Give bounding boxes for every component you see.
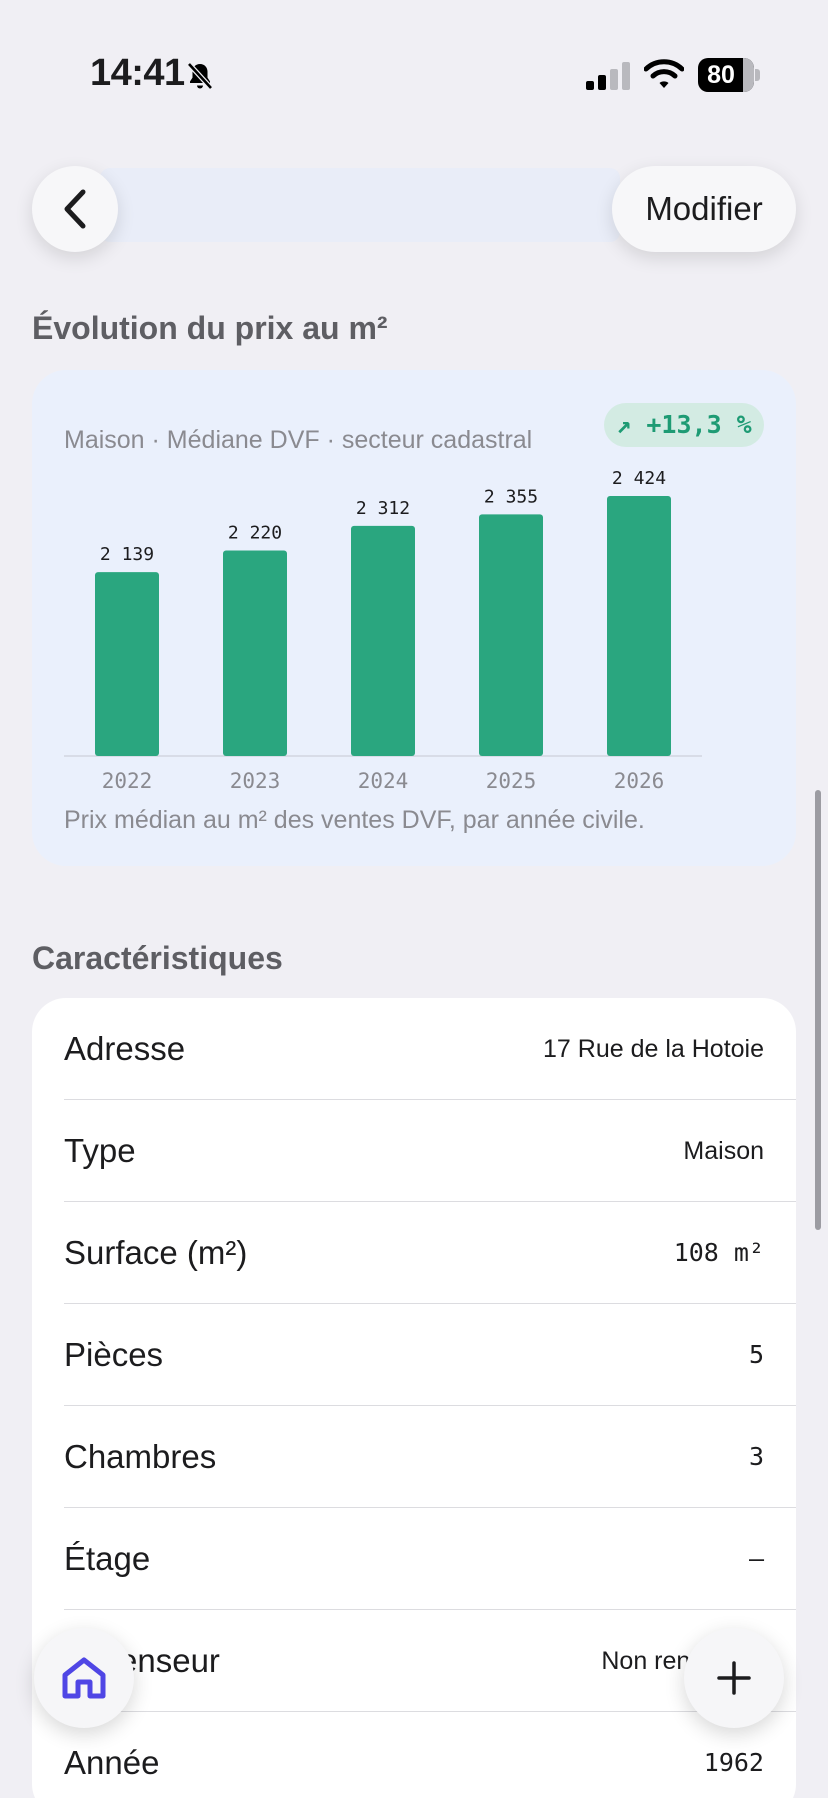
bar-value-label: 2 312 — [356, 498, 410, 519]
chevron-left-icon — [64, 189, 86, 229]
row-annee[interactable]: Année 1962 — [32, 1712, 796, 1798]
chart-bar-2026 — [607, 496, 671, 756]
x-tick-label: 2023 — [230, 769, 281, 793]
modify-button[interactable]: Modifier — [612, 166, 796, 252]
plus-icon — [717, 1661, 751, 1695]
characteristics-list: Adresse 17 Rue de la Hotoie Type Maison … — [32, 998, 796, 1798]
row-pieces[interactable]: Pièces 5 — [32, 1304, 796, 1406]
row-value: 108 m² — [673, 1238, 764, 1267]
x-tick-label: 2025 — [486, 769, 537, 793]
row-ascenseur[interactable]: Ascenseur Non renseigné — [32, 1610, 796, 1712]
price-bar-chart: 2 139 2022 2 220 2023 2 312 2024 2 355 2025 2 42… — [64, 468, 702, 793]
row-value: – — [748, 1544, 764, 1573]
price-section-title: Évolution du prix au m² — [32, 310, 388, 346]
row-label: Étage — [64, 1540, 151, 1577]
status-bar: 14:41 80 — [0, 0, 828, 110]
chart-caption: Prix médian au m² des ventes DVF, par an… — [64, 806, 645, 834]
row-value: 3 — [748, 1442, 764, 1471]
battery-indicator: 80 — [698, 58, 760, 92]
row-label: Pièces — [64, 1336, 164, 1373]
chart-bar-2022 — [95, 572, 159, 756]
x-tick-label: 2024 — [358, 769, 409, 793]
row-value: Maison — [683, 1137, 764, 1165]
scrollbar[interactable] — [815, 790, 821, 1230]
characteristics-title: Caractéristiques — [32, 940, 283, 976]
row-surface[interactable]: Surface (m²) 108 m² — [32, 1202, 796, 1304]
status-time: 14:41 — [90, 52, 185, 94]
row-label: Adresse — [64, 1030, 186, 1067]
bell-slash-icon — [187, 62, 213, 90]
row-label: Type — [64, 1132, 136, 1169]
price-chart-card: Maison · Médiane DVF · secteur cadastral… — [32, 370, 796, 866]
battery-level: 80 — [707, 61, 735, 89]
x-tick-label: 2022 — [102, 769, 153, 793]
row-etage[interactable]: Étage – — [32, 1508, 796, 1610]
chart-bar-2023 — [223, 550, 287, 756]
bar-value-label: 2 355 — [484, 486, 538, 507]
bar-value-label: 2 139 — [100, 544, 154, 565]
row-adresse[interactable]: Adresse 17 Rue de la Hotoie — [32, 998, 796, 1100]
row-type[interactable]: Type Maison — [32, 1100, 796, 1202]
signal-icon — [586, 62, 630, 90]
add-button[interactable] — [684, 1628, 784, 1728]
row-chambres[interactable]: Chambres 3 — [32, 1406, 796, 1508]
row-label: Chambres — [64, 1438, 217, 1475]
row-value: 17 Rue de la Hotoie — [543, 1035, 764, 1063]
x-tick-label: 2026 — [614, 769, 665, 793]
bar-value-label: 2 220 — [228, 522, 282, 543]
home-icon — [62, 1657, 106, 1699]
row-value: 5 — [748, 1340, 764, 1369]
chart-bar-2024 — [351, 525, 415, 756]
wifi-icon — [644, 59, 684, 88]
bar-value-label: 2 424 — [612, 468, 666, 489]
home-button[interactable] — [34, 1628, 134, 1728]
back-button[interactable] — [32, 166, 118, 252]
chart-bar-2025 — [479, 514, 543, 756]
row-label: Surface (m²) — [64, 1234, 248, 1271]
nav-title-blur — [100, 168, 620, 242]
